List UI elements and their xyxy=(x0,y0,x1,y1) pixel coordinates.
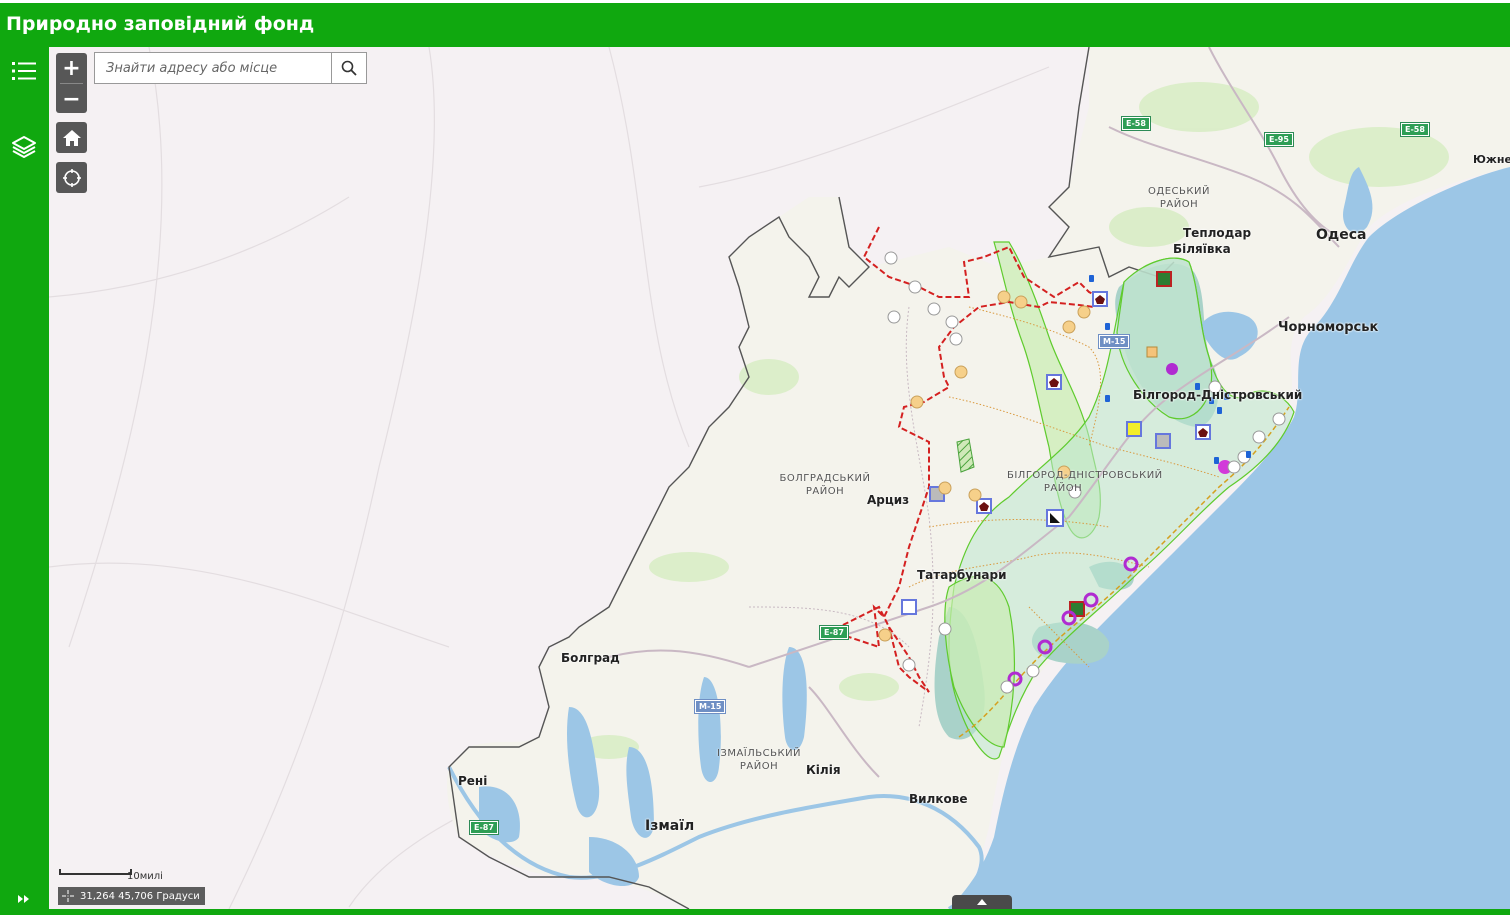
attribution-expander[interactable] xyxy=(952,895,1012,909)
crosshair-icon xyxy=(61,889,75,903)
label-kiliia: Кілія xyxy=(806,763,841,777)
search-input[interactable] xyxy=(95,53,333,83)
scale-label: 10милі xyxy=(127,871,163,882)
layers-icon xyxy=(12,136,36,158)
coordinates-text: 31,264 45,706 Градуси xyxy=(80,890,200,902)
label-bilhorod-raion: БІЛГОРОД-ДНІСТРОВСЬКИЙ РАЙОН xyxy=(1007,470,1163,494)
home-icon xyxy=(62,129,81,146)
label-reni: Рені xyxy=(458,774,488,788)
layers-button[interactable] xyxy=(8,131,40,163)
label-vylkove: Вилкове xyxy=(909,792,968,806)
zoom-control: + − xyxy=(56,53,87,113)
list-button[interactable] xyxy=(8,55,40,87)
road-shield: E-87 xyxy=(819,625,849,640)
label-biliaivka: Біляївка xyxy=(1173,242,1231,256)
list-icon xyxy=(12,62,36,80)
locate-button[interactable] xyxy=(56,162,87,193)
search-button[interactable] xyxy=(331,53,366,83)
scale-bar xyxy=(59,869,132,875)
search-icon xyxy=(341,60,357,76)
zoom-out-button[interactable]: − xyxy=(56,84,87,114)
label-odeskyi-raion: ОДЕСЬКИЙ РАЙОН xyxy=(1148,186,1210,210)
label-odesa: Одеса xyxy=(1316,227,1367,243)
road-shield: E-95 xyxy=(1264,132,1294,147)
label-artsyz: Арциз xyxy=(867,493,910,507)
app-header: Природно заповідний фонд xyxy=(0,0,1510,47)
label-izmail-raion: ІЗМАЇЛЬСЬКИЙ РАЙОН xyxy=(716,748,802,772)
left-toolbar xyxy=(0,47,49,912)
home-button[interactable] xyxy=(56,122,87,153)
label-tatarbunary: Татарбунари xyxy=(917,568,1007,582)
road-shield: M-15 xyxy=(1097,334,1131,349)
double-chevron-right-icon xyxy=(18,895,29,903)
label-teplodar: Теплодар xyxy=(1183,226,1252,240)
coordinates-widget[interactable]: 31,264 45,706 Градуси xyxy=(58,887,205,905)
zoom-in-button[interactable]: + xyxy=(56,53,87,83)
label-bilhorod: Білгород-Дністровський xyxy=(1133,388,1303,402)
label-bolhrad: Болград xyxy=(561,651,620,665)
chevron-up-icon xyxy=(977,899,987,905)
map-view[interactable]: Одеса Чорноморськ Южне ОДЕСЬКИЙ РАЙОН Теп… xyxy=(49,47,1510,909)
label-chornomorsk: Чорноморськ xyxy=(1278,320,1379,335)
road-shield: M-15 xyxy=(693,699,727,714)
app-title: Природно заповідний фонд xyxy=(6,13,315,35)
label-bolhrad-raion: БОЛГРАДСЬКИЙ РАЙОН xyxy=(779,473,871,497)
road-shield: E-87 xyxy=(469,820,499,835)
search-box xyxy=(94,52,367,84)
locate-icon xyxy=(62,168,81,187)
label-izmail: Ізмаїл xyxy=(645,818,695,834)
road-shield: E-58 xyxy=(1121,116,1151,131)
road-shield: E-58 xyxy=(1400,122,1430,137)
label-yuzhne: Южне xyxy=(1473,153,1510,166)
